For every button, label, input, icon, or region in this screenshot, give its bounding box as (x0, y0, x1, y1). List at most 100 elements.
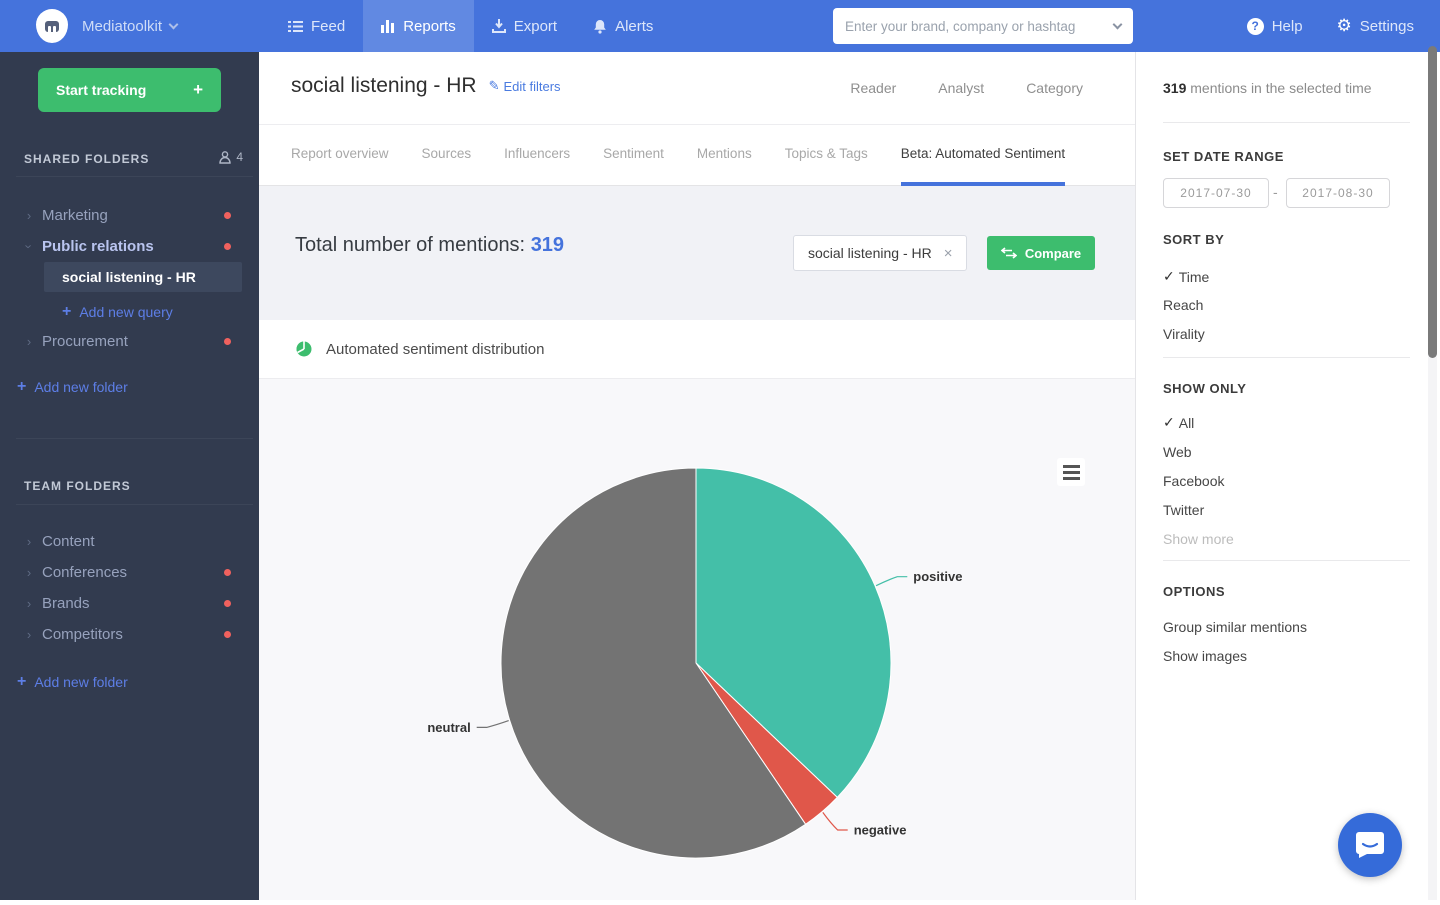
unread-dot (224, 569, 231, 576)
tab-report-overview[interactable]: Report overview (291, 125, 389, 186)
tab-sentiment[interactable]: Sentiment (603, 125, 664, 186)
brand-name: Mediatoolkit (82, 18, 162, 35)
sort-option-time[interactable]: ✓ Time (1163, 269, 1209, 285)
pie-label-neutral: neutral (427, 720, 470, 735)
total-mentions: Total number of mentions: 319 (295, 234, 564, 257)
team-folders-label: TEAM FOLDERS (24, 479, 131, 493)
nav-feed[interactable]: Feed (270, 0, 363, 52)
tab-sources[interactable]: Sources (422, 125, 472, 186)
date-from-input[interactable] (1163, 178, 1269, 208)
start-tracking-label: Start tracking (56, 82, 146, 98)
add-new-folder-team-link[interactable]: + Add new folder (17, 673, 128, 691)
query-chip: social listening - HR × (793, 235, 967, 271)
tab-influencers[interactable]: Influencers (504, 125, 570, 186)
nav-export-label: Export (514, 18, 557, 35)
person-icon (219, 151, 231, 164)
scrollbar-thumb[interactable] (1428, 46, 1437, 358)
chevron-right-icon: › (16, 565, 42, 580)
option-show-images[interactable]: Show images (1163, 648, 1247, 664)
filters-panel: 319 mentions in the selected time SET DA… (1135, 52, 1440, 900)
brand-menu[interactable]: Mediatoolkit (82, 0, 177, 52)
sidebar-folder-public-relations[interactable]: › Public relations (0, 232, 259, 260)
chat-bubble-icon (1355, 831, 1385, 859)
intercom-chat-button[interactable] (1338, 813, 1402, 877)
plus-icon: + (17, 673, 26, 691)
pie-chart-area: positive negative neutral (259, 379, 1135, 900)
sidebar-folder-marketing[interactable]: › Marketing (0, 201, 259, 229)
brand-search (833, 8, 1133, 44)
view-analyst[interactable]: Analyst (938, 80, 984, 96)
view-category[interactable]: Category (1026, 80, 1083, 96)
main-content: social listening - HR ✎ Edit filters Rea… (259, 52, 1135, 900)
chevron-down-icon (169, 19, 179, 29)
sort-option-reach[interactable]: Reach (1163, 297, 1203, 313)
total-mentions-value: 319 (531, 234, 564, 256)
chevron-down-icon[interactable] (1113, 19, 1123, 29)
chart-menu-button[interactable] (1057, 458, 1085, 486)
show-option-all[interactable]: ✓ All (1163, 415, 1194, 431)
divider (1163, 560, 1410, 561)
sidebar-folder-conferences[interactable]: › Conferences (0, 558, 259, 586)
options-label: OPTIONS (1163, 584, 1225, 599)
mediatoolkit-logo-icon[interactable] (36, 9, 68, 43)
start-tracking-button[interactable]: Start tracking + (38, 68, 221, 112)
unread-dot (224, 600, 231, 607)
shared-folders-label: SHARED FOLDERS (24, 152, 149, 166)
add-new-query-link[interactable]: + Add new query (62, 303, 173, 321)
show-option-facebook[interactable]: Facebook (1163, 473, 1224, 489)
chevron-down-icon: › (16, 239, 42, 254)
page-title: social listening - HR (291, 74, 477, 98)
nav-alerts[interactable]: Alerts (575, 0, 671, 52)
pie-label-connector-negative (823, 812, 848, 830)
add-new-folder-link[interactable]: + Add new folder (17, 378, 128, 396)
show-option-web[interactable]: Web (1163, 444, 1192, 460)
unread-dot (224, 631, 231, 638)
sort-option-virality[interactable]: Virality (1163, 326, 1205, 342)
sidebar-folder-content[interactable]: › Content (0, 527, 259, 555)
divider (16, 176, 253, 177)
date-to-input[interactable] (1286, 178, 1390, 208)
show-more-link[interactable]: Show more (1163, 531, 1234, 547)
pie-label-negative: negative (854, 823, 907, 838)
divider (16, 438, 253, 439)
tab-topics-tags[interactable]: Topics & Tags (785, 125, 868, 186)
option-group-similar-mentions[interactable]: Group similar mentions (1163, 619, 1307, 635)
nav-help[interactable]: ? Help (1247, 0, 1303, 52)
tab-mentions[interactable]: Mentions (697, 125, 752, 186)
compare-button[interactable]: Compare (987, 236, 1095, 270)
nav-settings-label: Settings (1360, 18, 1414, 35)
chevron-right-icon: › (16, 627, 42, 642)
nav-reports[interactable]: Reports (363, 0, 474, 52)
view-reader[interactable]: Reader (850, 80, 896, 96)
check-icon: ✓ (1163, 269, 1175, 285)
reports-icon (381, 20, 395, 33)
sidebar-folder-competitors[interactable]: › Competitors (0, 620, 259, 648)
bell-icon (593, 19, 607, 34)
sidebar-folder-procurement[interactable]: › Procurement (0, 327, 259, 355)
unread-dot (224, 243, 231, 250)
show-only-label: SHOW ONLY (1163, 381, 1246, 396)
chart-section-title: Automated sentiment distribution (326, 341, 544, 358)
pie-chart-icon (296, 341, 312, 357)
divider (1163, 122, 1410, 123)
search-input[interactable] (845, 19, 1114, 34)
sort-by-label: SORT BY (1163, 232, 1224, 247)
compare-arrows-icon (1001, 247, 1017, 259)
edit-filters-link[interactable]: ✎ Edit filters (489, 78, 561, 94)
chevron-right-icon: › (16, 534, 42, 549)
nav-export[interactable]: Export (474, 0, 575, 52)
show-option-twitter[interactable]: Twitter (1163, 502, 1204, 518)
date-separator: - (1273, 184, 1278, 200)
sidebar-folder-brands[interactable]: › Brands (0, 589, 259, 617)
unread-dot (224, 338, 231, 345)
nav-settings[interactable]: ⚙ Settings (1337, 0, 1414, 52)
sentiment-pie-chart[interactable]: positive negative neutral (259, 379, 1135, 900)
divider (16, 504, 253, 505)
chevron-right-icon: › (16, 596, 42, 611)
pie-label-connector-positive (876, 577, 907, 586)
pie-label-positive: positive (913, 569, 962, 584)
sidebar-query-selected[interactable]: social listening - HR (44, 262, 242, 292)
tab-beta-automated-sentiment[interactable]: Beta: Automated Sentiment (901, 125, 1065, 186)
pie-label-connector-neutral (477, 721, 509, 728)
close-icon[interactable]: × (944, 245, 953, 262)
